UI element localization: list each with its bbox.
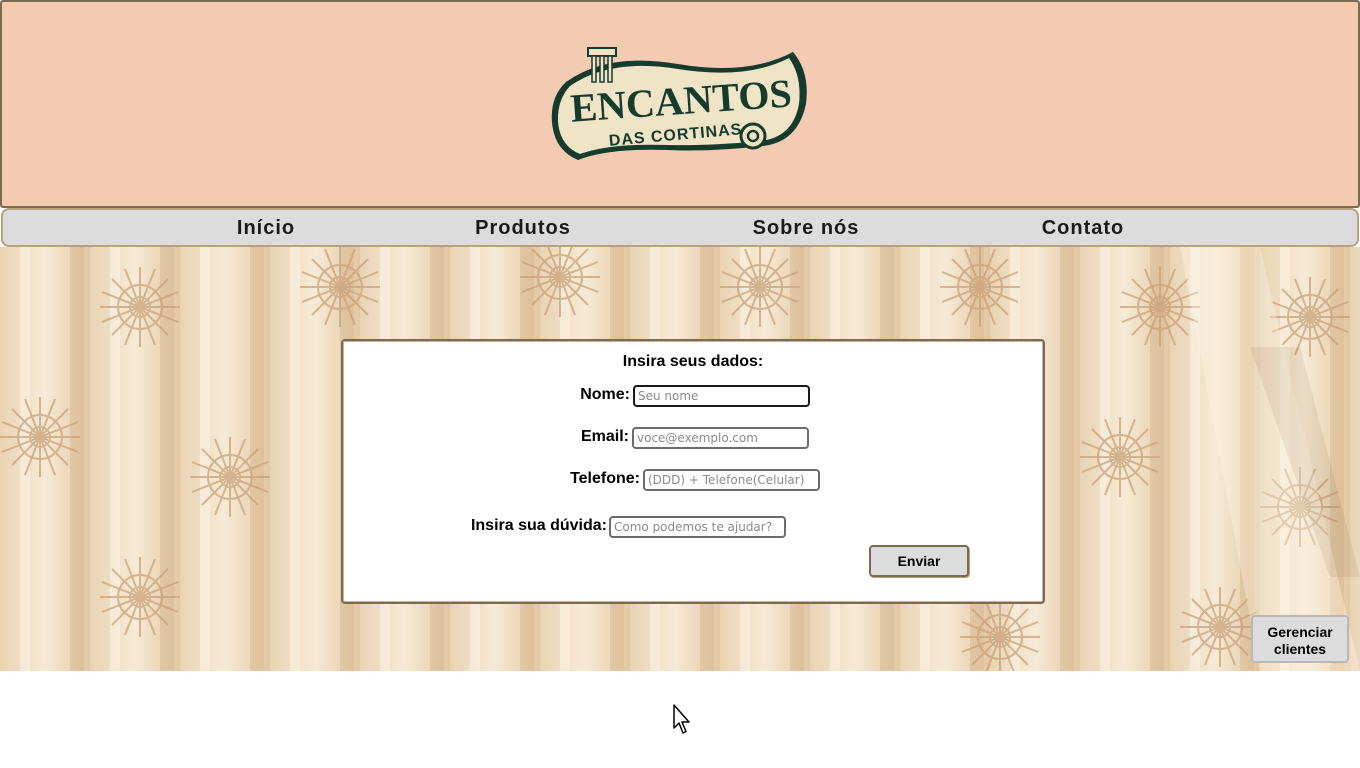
site-logo[interactable]: ENCANTOS DAS CORTINAS <box>548 42 810 166</box>
name-input[interactable] <box>633 385 810 407</box>
email-input[interactable] <box>632 427 809 449</box>
question-input[interactable] <box>609 516 786 538</box>
phone-input[interactable] <box>643 469 820 491</box>
email-label: Email: <box>580 428 629 445</box>
send-button[interactable]: Enviar <box>869 545 969 577</box>
manage-clients-label-line2: clientes <box>1273 641 1327 657</box>
name-label: Nome: <box>580 386 630 403</box>
contact-form-card: Insira seus dados: Nome: Email: Telefone… <box>341 339 1045 604</box>
phone-label: Telefone: <box>570 470 640 487</box>
nav-item-contato[interactable]: Contato <box>1042 210 1125 245</box>
form-title: Insira seus dados: <box>622 353 764 370</box>
manage-clients-button[interactable]: Gerenciar clientes <box>1251 615 1349 663</box>
mouse-pointer-icon <box>673 704 690 734</box>
question-label: Insira sua dúvida: <box>470 517 607 534</box>
site-header: ENCANTOS DAS CORTINAS <box>0 0 1360 208</box>
main-nav: Início Produtos Sobre nós Contato <box>1 208 1359 247</box>
nav-item-sobre-nos[interactable]: Sobre nós <box>753 210 860 245</box>
nav-item-produtos[interactable]: Produtos <box>475 210 571 245</box>
manage-clients-label-line1: Gerenciar <box>1267 624 1333 640</box>
nav-item-inicio[interactable]: Início <box>237 210 295 245</box>
